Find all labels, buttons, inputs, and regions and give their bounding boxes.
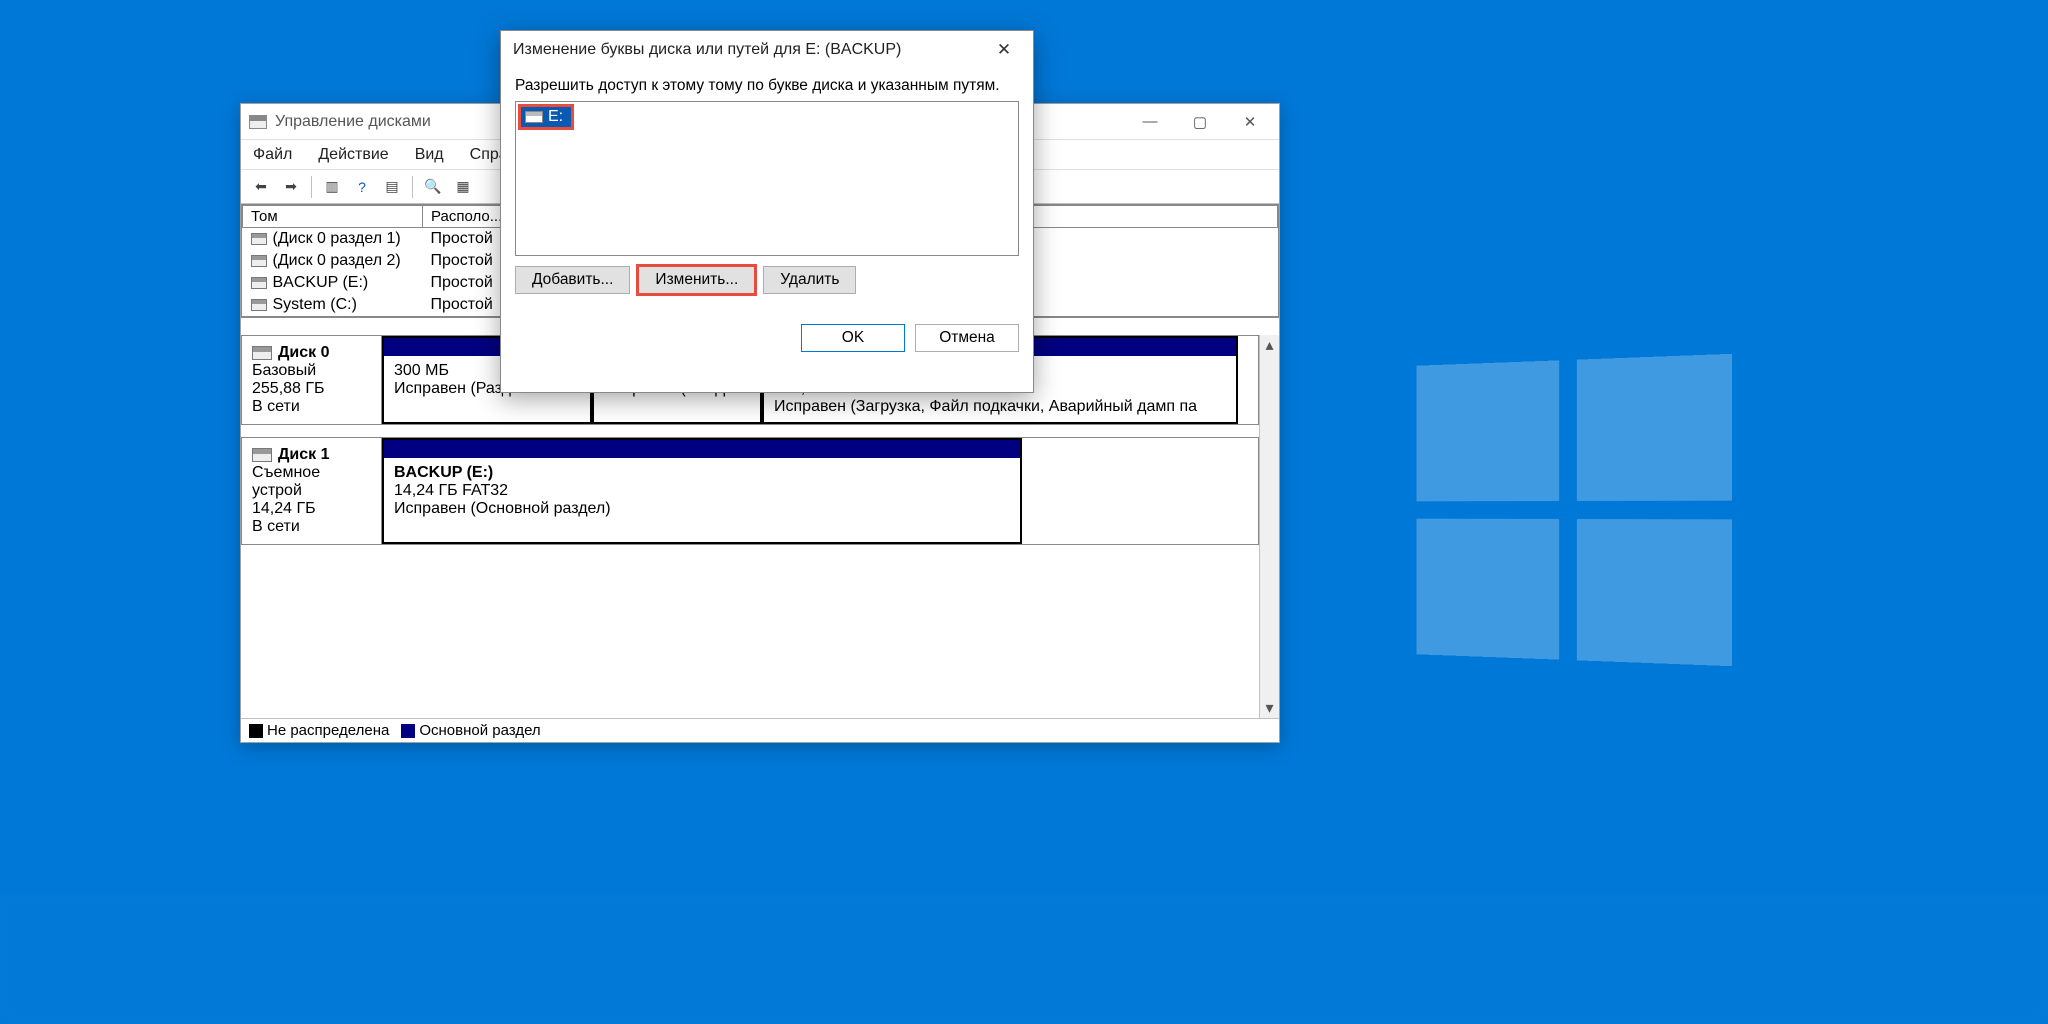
drive-letter-entry[interactable]: E: bbox=[518, 104, 574, 130]
dialog-help-text: Разрешить доступ к этому тому по букве д… bbox=[515, 77, 1019, 95]
col-volume[interactable]: Том bbox=[243, 206, 423, 228]
scroll-down-icon[interactable]: ▾ bbox=[1260, 698, 1279, 718]
dialog-titlebar: Изменение буквы диска или путей для E: (… bbox=[501, 31, 1033, 69]
properties-icon[interactable]: ▤ bbox=[378, 174, 406, 200]
legend-unalloc-swatch bbox=[249, 724, 263, 738]
cancel-button[interactable]: Отмена bbox=[915, 324, 1019, 352]
windows-logo-bg bbox=[1416, 354, 1732, 666]
list-icon[interactable]: ▦ bbox=[449, 174, 477, 200]
dialog-close-icon[interactable]: ✕ bbox=[987, 35, 1021, 65]
ok-button[interactable]: OK bbox=[801, 324, 905, 352]
partition[interactable]: BACKUP (E:)14,24 ГБ FAT32Исправен (Основ… bbox=[382, 438, 1022, 544]
dialog-title: Изменение буквы диска или путей для E: (… bbox=[513, 41, 987, 59]
menu-action[interactable]: Действие bbox=[314, 144, 392, 166]
drive-letter-label: E: bbox=[548, 108, 563, 126]
volume-icon bbox=[251, 255, 267, 267]
legend-unalloc-label: Не распределена bbox=[267, 722, 389, 739]
refresh-icon[interactable]: 🔍 bbox=[419, 174, 447, 200]
help-icon[interactable]: ? bbox=[348, 174, 376, 200]
scroll-up-icon[interactable]: ▴ bbox=[1260, 335, 1279, 355]
volume-icon bbox=[251, 299, 267, 311]
menu-view[interactable]: Вид bbox=[411, 144, 448, 166]
maximize-button[interactable]: ▢ bbox=[1175, 107, 1225, 137]
legend: Не распределена Основной раздел bbox=[241, 718, 1279, 742]
close-button[interactable]: ✕ bbox=[1225, 107, 1275, 137]
drive-paths-listbox[interactable]: E: bbox=[515, 101, 1019, 256]
drive-icon bbox=[525, 111, 543, 123]
legend-primary-label: Основной раздел bbox=[419, 722, 540, 739]
minimize-button[interactable]: — bbox=[1125, 107, 1175, 137]
disk-info: Диск 0Базовый255,88 ГБВ сети bbox=[242, 336, 382, 424]
disk-icon bbox=[252, 346, 272, 360]
legend-primary-swatch bbox=[401, 724, 415, 738]
app-icon bbox=[249, 115, 267, 129]
volume-icon bbox=[251, 277, 267, 289]
menu-file[interactable]: Файл bbox=[249, 144, 296, 166]
disk-row: Диск 1Съемное устрой14,24 ГБВ сетиBACKUP… bbox=[241, 437, 1259, 545]
scrollbar[interactable]: ▴ ▾ bbox=[1259, 335, 1279, 718]
show-hide-icon[interactable]: ▥ bbox=[318, 174, 346, 200]
disk-info: Диск 1Съемное устрой14,24 ГБВ сети bbox=[242, 438, 382, 544]
disk-icon bbox=[252, 448, 272, 462]
add-button[interactable]: Добавить... bbox=[515, 266, 630, 294]
delete-button[interactable]: Удалить bbox=[763, 266, 856, 294]
change-drive-letter-dialog: Изменение буквы диска или путей для E: (… bbox=[500, 30, 1034, 393]
forward-icon[interactable]: ➡ bbox=[277, 174, 305, 200]
back-icon[interactable]: ⬅ bbox=[247, 174, 275, 200]
volume-icon bbox=[251, 233, 267, 245]
change-button[interactable]: Изменить... bbox=[638, 266, 755, 294]
